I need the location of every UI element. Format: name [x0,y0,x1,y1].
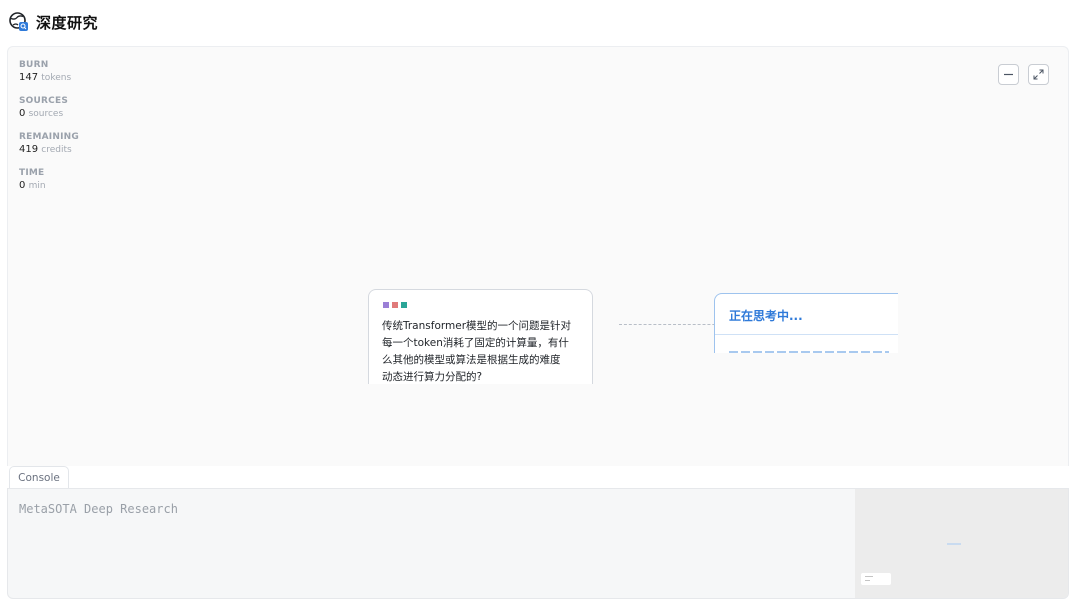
stat-number: 0 [19,180,26,191]
query-line: 动态进行算力分配的? [382,371,483,383]
stat-number: 147 [19,72,39,83]
minimap[interactable] [855,489,1068,598]
dot-teal [401,302,407,308]
stat-time: TIME 0 min [19,167,79,193]
query-text: 传统Transformer模型的一个问题是针对 每一个token消耗了固定的计算… [382,318,582,384]
minimize-icon [1004,73,1013,76]
stat-value: 0 min [19,179,79,193]
thinking-title: 正在思考中... [729,309,803,323]
stat-label: REMAINING [19,132,79,142]
node-dots [383,302,407,308]
stat-label: SOURCES [19,96,69,106]
dot-purple [383,302,389,308]
stat-unit: min [28,181,46,191]
stat-number: 0 [19,108,26,119]
minimize-button[interactable] [998,64,1019,85]
query-line: 每一个token消耗了固定的计算量，有什 [382,337,569,349]
query-line: 传统Transformer模型的一个问题是针对 [382,320,572,332]
stat-value: 147 tokens [19,71,79,85]
stat-remaining: REMAINING 419 credits [19,131,79,157]
stat-number: 419 [19,144,39,155]
query-line: 么其他的模型或算法是根据生成的难度 [382,354,561,366]
stat-unit: credits [41,145,72,155]
console-output: MetaSOTA Deep Research [19,502,178,516]
expand-icon [1033,69,1044,80]
stat-unit: tokens [41,73,72,83]
minimap-badge [861,573,891,585]
divider [715,334,898,335]
app-header: 深度研究 [0,0,1078,44]
dot-red [392,302,398,308]
query-node[interactable]: 传统Transformer模型的一个问题是针对 每一个token消耗了固定的计算… [368,289,593,384]
stats-panel: BURN 147 tokens SOURCES 0 sources REMAIN… [19,59,79,203]
stat-value: 0 sources [19,107,79,121]
research-canvas[interactable]: BURN 147 tokens SOURCES 0 sources REMAIN… [7,46,1069,466]
tab-console[interactable]: Console [9,466,69,488]
stat-sources: SOURCES 0 sources [19,95,79,121]
stat-label: TIME [19,168,45,178]
thinking-content-preview [729,351,889,353]
stat-value: 419 credits [19,143,79,157]
app-title: 深度研究 [36,13,99,32]
minimap-node [947,543,961,545]
stat-burn: BURN 147 tokens [19,59,79,85]
console-panel[interactable]: MetaSOTA Deep Research [7,488,1069,599]
stat-label: BURN [19,60,49,70]
expand-button[interactable] [1028,64,1049,85]
globe-search-icon [8,11,30,33]
stat-unit: sources [28,109,64,119]
thinking-node[interactable]: 正在思考中... [714,293,898,353]
